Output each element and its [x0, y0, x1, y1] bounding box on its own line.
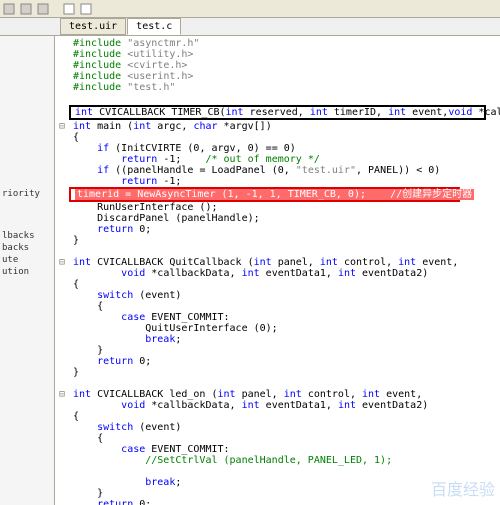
tab-bar: test.uir test.c	[0, 18, 500, 36]
sidebar: riority lbacks backs ute ution	[0, 36, 55, 505]
sidebar-item[interactable]: lbacks	[2, 230, 52, 242]
sidebar-item[interactable]: riority	[2, 188, 52, 200]
code-editor[interactable]: #include "asynctmr.h" #include <utility.…	[55, 36, 500, 505]
tool-icon[interactable]	[79, 2, 93, 16]
tool-icon[interactable]	[2, 2, 16, 16]
tool-icon[interactable]	[19, 2, 33, 16]
highlight-black: int CVICALLBACK TIMER_CB(int reserved, i…	[69, 105, 486, 120]
watermark: 百度经验	[431, 476, 495, 500]
tab-uir[interactable]: test.uir	[60, 18, 126, 35]
highlight-red: timerid = NewAsyncTimer (1, -1, 1, TIMER…	[69, 187, 460, 202]
tool-icon[interactable]	[62, 2, 76, 16]
toolbar	[0, 0, 500, 18]
sidebar-item[interactable]: ute	[2, 254, 52, 266]
tool-icon[interactable]	[36, 2, 50, 16]
sidebar-item[interactable]: backs	[2, 242, 52, 254]
tab-c[interactable]: test.c	[127, 18, 181, 35]
sidebar-item[interactable]: ution	[2, 266, 52, 278]
